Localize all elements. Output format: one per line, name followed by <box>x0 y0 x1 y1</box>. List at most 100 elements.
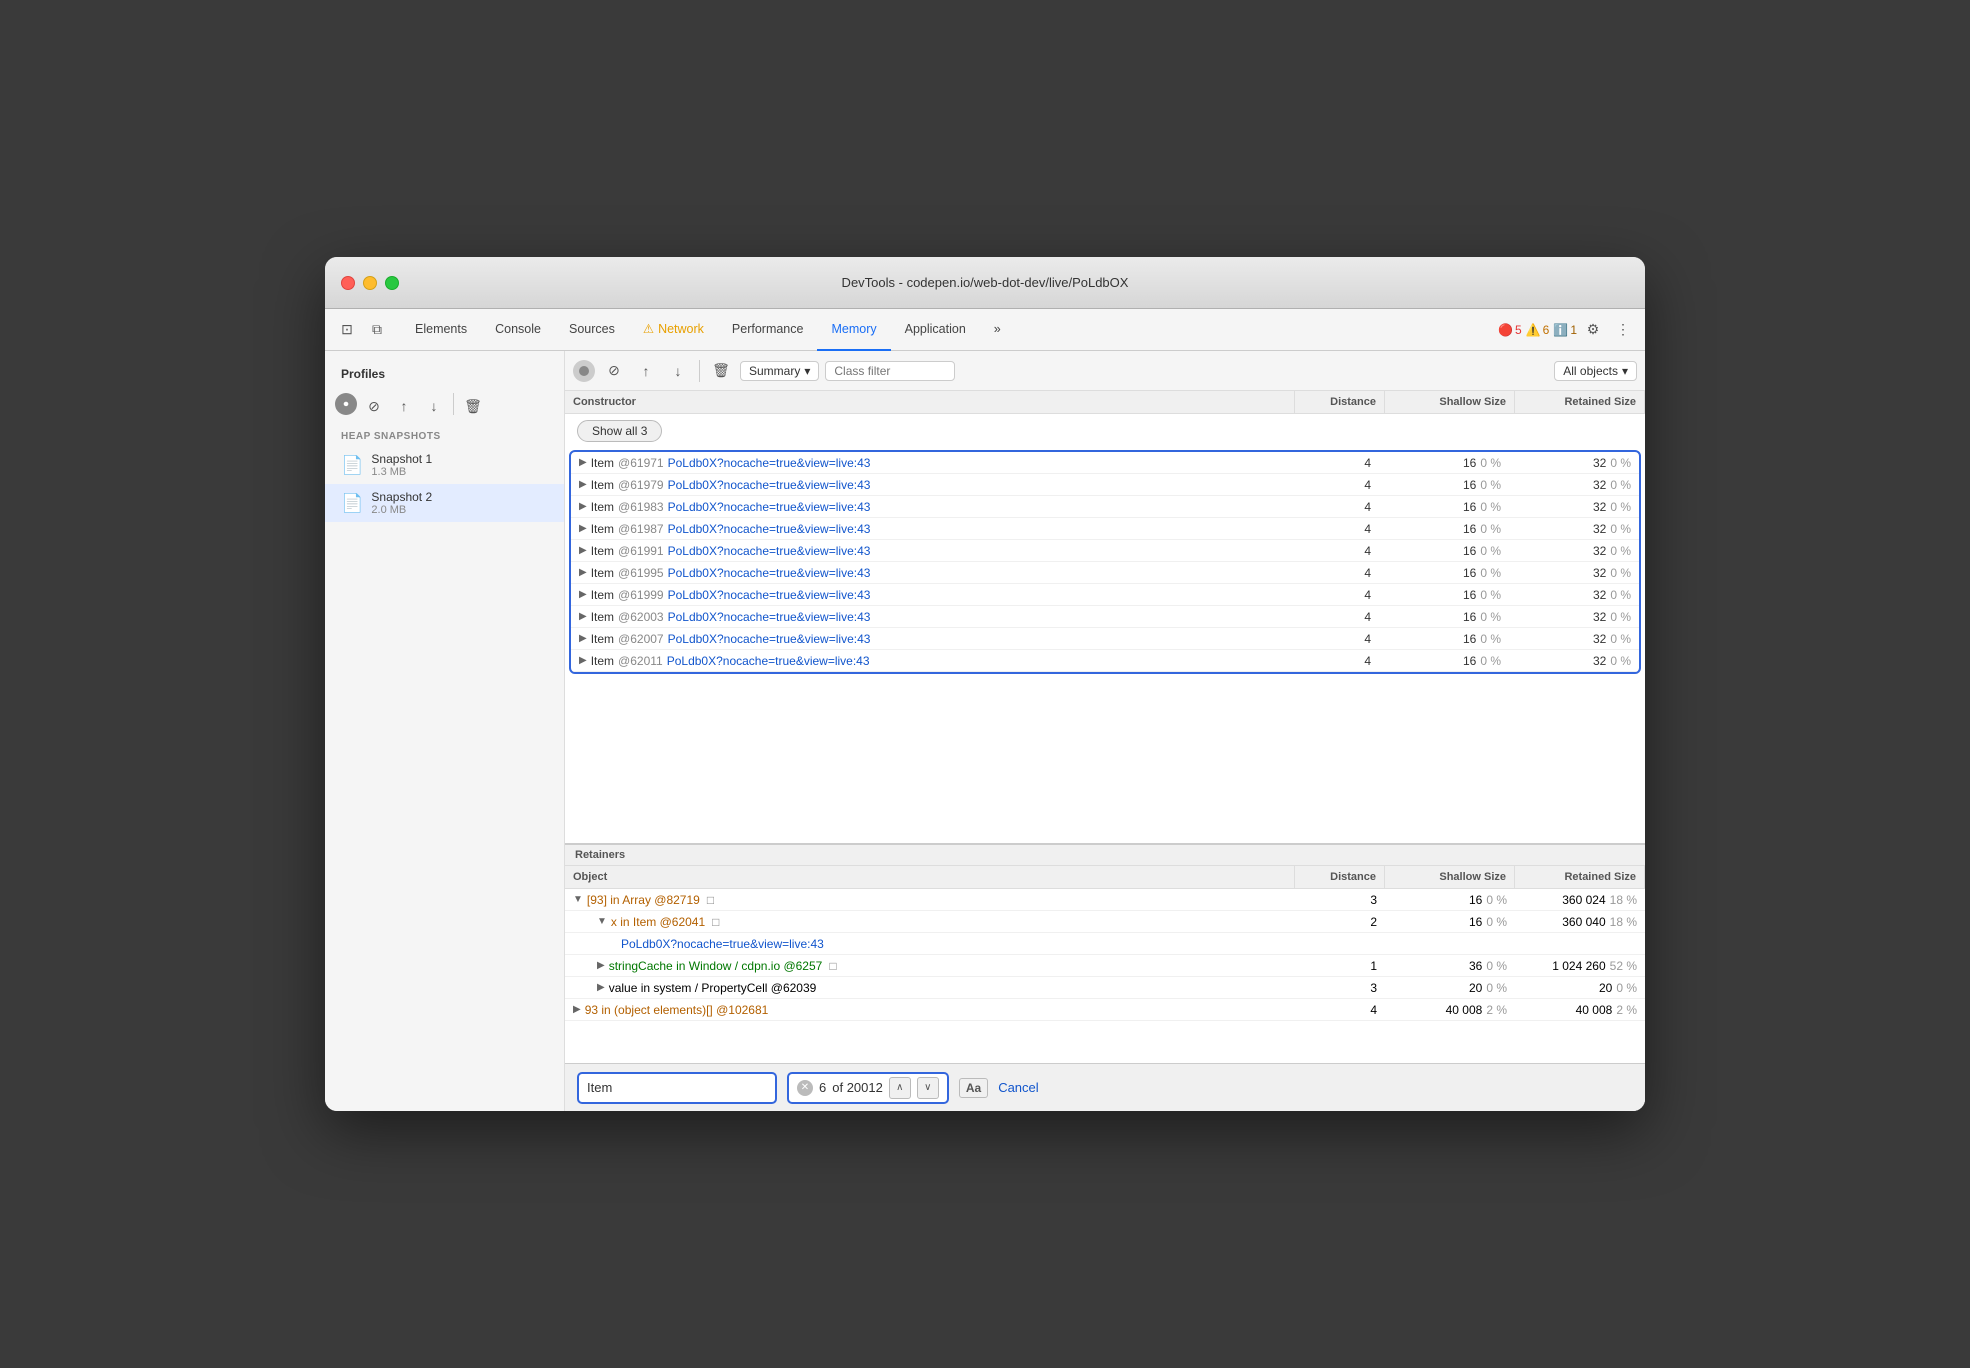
table-row[interactable]: ▶ Item @61995 PoLdb0X?nocache=true&view=… <box>571 562 1639 584</box>
search-current: 6 <box>819 1080 826 1095</box>
retainer-expand-arrow[interactable]: ▼ <box>597 916 607 927</box>
clear-button[interactable]: ⊘ <box>601 358 627 384</box>
table-row[interactable]: ▶ Item @62003 PoLdb0X?nocache=true&view=… <box>571 606 1639 628</box>
match-case-button[interactable]: Aa <box>959 1078 988 1098</box>
expand-arrow[interactable]: ▶ <box>579 523 587 534</box>
expand-arrow[interactable]: ▶ <box>579 545 587 556</box>
table-row[interactable]: ▶ Item @62007 PoLdb0X?nocache=true&view=… <box>571 628 1639 650</box>
device-toolbar-button[interactable]: ⧉ <box>363 316 391 344</box>
summary-dropdown[interactable]: Summary ▾ <box>740 361 819 381</box>
tab-performance[interactable]: Performance <box>718 309 818 351</box>
th-retained: Retained Size <box>1515 391 1645 413</box>
row-link[interactable]: PoLdb0X?nocache=true&view=live:43 <box>668 478 871 492</box>
search-input[interactable] <box>587 1080 767 1095</box>
highlighted-rows-wrapper: ▶ Item @61971 PoLdb0X?nocache=true&view=… <box>569 450 1641 674</box>
download-button[interactable]: ↓ <box>421 393 447 419</box>
table-row[interactable]: ▶ Item @62011 PoLdb0X?nocache=true&view=… <box>571 650 1639 672</box>
retainer-link[interactable]: PoLdb0X?nocache=true&view=live:43 <box>621 937 824 951</box>
ret-th-shallow: Shallow Size <box>1385 866 1515 888</box>
devtools-window: DevTools - codepen.io/web-dot-dev/live/P… <box>325 257 1645 1111</box>
record-button[interactable]: ⏺ <box>335 393 357 415</box>
retainer-row[interactable]: ▶ value in system / PropertyCell @62039 … <box>565 977 1645 999</box>
th-constructor: Constructor <box>565 391 1295 413</box>
more-options-button[interactable]: ⋮ <box>1609 316 1637 344</box>
row-link[interactable]: PoLdb0X?nocache=true&view=live:43 <box>668 566 871 580</box>
upload-profile-button[interactable]: ↑ <box>633 358 659 384</box>
class-filter-input[interactable] <box>825 361 955 381</box>
window-title: DevTools - codepen.io/web-dot-dev/live/P… <box>842 275 1129 290</box>
row-link[interactable]: PoLdb0X?nocache=true&view=live:43 <box>668 632 871 646</box>
warn-badge: ⚠️ 6 <box>1526 323 1550 337</box>
retainers-body: ▼ [93] in Array @82719□ 3 160 % 360 0241… <box>565 889 1645 1063</box>
tab-more[interactable]: » <box>980 309 1015 351</box>
tab-application[interactable]: Application <box>891 309 980 351</box>
retainer-expand-arrow[interactable]: ▶ <box>597 960 605 971</box>
search-input-wrapper <box>577 1072 777 1104</box>
expand-arrow[interactable]: ▶ <box>579 633 587 644</box>
snapshot-icon-2: 📄 <box>341 493 363 514</box>
expand-arrow[interactable]: ▶ <box>579 501 587 512</box>
snapshot-item-2[interactable]: 📄 Snapshot 2 2.0 MB <box>325 484 564 522</box>
search-next-button[interactable]: ∨ <box>917 1077 939 1099</box>
expand-arrow[interactable]: ▶ <box>579 589 587 600</box>
table-row[interactable]: ▶ Item @61971 PoLdb0X?nocache=true&view=… <box>571 452 1639 474</box>
snapshots-section-title: HEAP SNAPSHOTS <box>325 423 564 446</box>
retainer-row[interactable]: ▼ x in Item @62041□ 2 160 % 360 04018 % <box>565 911 1645 933</box>
tab-elements[interactable]: Elements <box>401 309 481 351</box>
retainer-expand-arrow[interactable]: ▼ <box>573 894 583 905</box>
minimize-button[interactable] <box>363 276 377 290</box>
tab-memory[interactable]: Memory <box>817 309 890 351</box>
row-link[interactable]: PoLdb0X?nocache=true&view=live:43 <box>667 654 870 668</box>
toolbar-left-icons: ⊡ ⧉ <box>333 316 399 344</box>
badge-group: 🔴 5 ⚠️ 6 ℹ️ 1 <box>1498 323 1577 337</box>
row-link[interactable]: PoLdb0X?nocache=true&view=live:43 <box>668 588 871 602</box>
table-row[interactable]: ▶ Item @61979 PoLdb0X?nocache=true&view=… <box>571 474 1639 496</box>
table-row[interactable]: ▶ Item @61983 PoLdb0X?nocache=true&view=… <box>571 496 1639 518</box>
table-row[interactable]: ▶ Item @61999 PoLdb0X?nocache=true&view=… <box>571 584 1639 606</box>
retainer-expand-arrow[interactable]: ▶ <box>573 1004 581 1015</box>
table-row[interactable]: ▶ Item @61991 PoLdb0X?nocache=true&view=… <box>571 540 1639 562</box>
retainer-row[interactable]: ▶ stringCache in Window / cdpn.io @6257□… <box>565 955 1645 977</box>
search-clear-button[interactable]: ✕ <box>797 1080 813 1096</box>
search-prev-button[interactable]: ∧ <box>889 1077 911 1099</box>
expand-arrow[interactable]: ▶ <box>579 457 587 468</box>
retainer-row[interactable]: ▼ [93] in Array @82719□ 3 160 % 360 0241… <box>565 889 1645 911</box>
save-profile-button[interactable]: ↓ <box>665 358 691 384</box>
snapshot-item-1[interactable]: 📄 Snapshot 1 1.3 MB <box>325 446 564 484</box>
row-link[interactable]: PoLdb0X?nocache=true&view=live:43 <box>668 500 871 514</box>
search-bar: ✕ 6 of 20012 ∧ ∨ Aa Cancel <box>565 1063 1645 1111</box>
settings-button[interactable]: ⚙ <box>1579 316 1607 344</box>
row-link[interactable]: PoLdb0X?nocache=true&view=live:43 <box>668 544 871 558</box>
row-link[interactable]: PoLdb0X?nocache=true&view=live:43 <box>668 522 871 536</box>
delete-profile-button[interactable]: 🗑 <box>708 358 734 384</box>
maximize-button[interactable] <box>385 276 399 290</box>
retainer-expand-arrow[interactable]: ▶ <box>597 982 605 993</box>
stop-button[interactable]: ⊘ <box>361 393 387 419</box>
close-button[interactable] <box>341 276 355 290</box>
expand-arrow[interactable]: ▶ <box>579 567 587 578</box>
all-objects-dropdown[interactable]: All objects ▾ <box>1554 361 1637 381</box>
expand-arrow[interactable]: ▶ <box>579 655 587 666</box>
expand-arrow[interactable]: ▶ <box>579 479 587 490</box>
retainer-row[interactable]: PoLdb0X?nocache=true&view=live:43 <box>565 933 1645 955</box>
upload-button[interactable]: ↑ <box>391 393 417 419</box>
th-shallow: Shallow Size <box>1385 391 1515 413</box>
info-icon: ℹ️ <box>1553 323 1568 337</box>
tab-console[interactable]: Console <box>481 309 555 351</box>
expand-arrow[interactable]: ▶ <box>579 611 587 622</box>
show-all-button[interactable]: Show all 3 <box>577 420 662 442</box>
tab-sources[interactable]: Sources <box>555 309 629 351</box>
upper-section: Constructor Distance Shallow Size Retain… <box>565 391 1645 843</box>
delete-button[interactable]: 🗑 <box>460 393 486 419</box>
heap-record-button[interactable] <box>573 360 595 382</box>
search-results-wrapper: ✕ 6 of 20012 ∧ ∨ <box>787 1072 949 1104</box>
retainer-row[interactable]: ▶ 93 in (object elements)[] @102681 4 40… <box>565 999 1645 1021</box>
select-element-button[interactable]: ⊡ <box>333 316 361 344</box>
row-link[interactable]: PoLdb0X?nocache=true&view=live:43 <box>668 456 871 470</box>
tab-network[interactable]: ⚠ Network <box>629 309 718 351</box>
error-icon: 🔴 <box>1498 323 1513 337</box>
constructor-table-header: Constructor Distance Shallow Size Retain… <box>565 391 1645 414</box>
cancel-search-button[interactable]: Cancel <box>998 1080 1038 1095</box>
table-row[interactable]: ▶ Item @61987 PoLdb0X?nocache=true&view=… <box>571 518 1639 540</box>
row-link[interactable]: PoLdb0X?nocache=true&view=live:43 <box>668 610 871 624</box>
